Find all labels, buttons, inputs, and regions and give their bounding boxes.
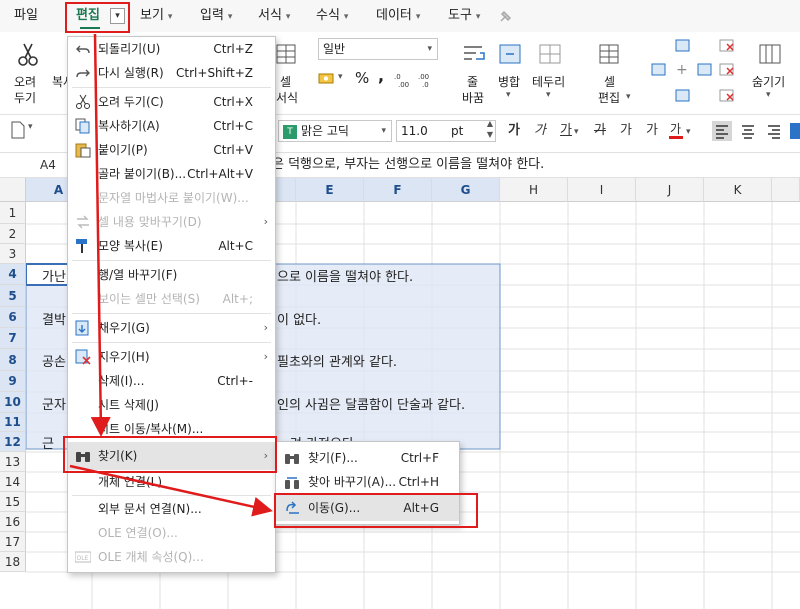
- annotation-arrows: [69, 33, 273, 517]
- arrow-to-goto: [69, 464, 273, 517]
- arrow-to-find: [90, 33, 111, 437]
